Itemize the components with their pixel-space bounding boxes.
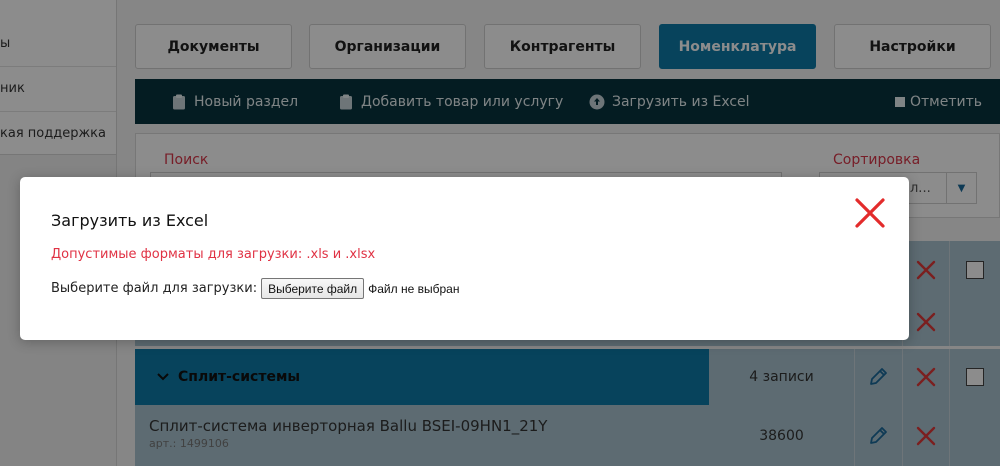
file-picker: Выберите файл для загрузки: Выберите фай… [51,278,459,299]
file-status: Файл не выбран [368,281,460,296]
choose-file-button[interactable]: Выберите файл [261,278,365,299]
allowed-formats-text: Допустимые форматы для загрузки: .xls и … [51,247,376,262]
file-picker-label: Выберите файл для загрузки: [51,281,258,296]
modal-title: Загрузить из Excel [51,211,209,230]
upload-excel-modal: Загрузить из Excel Допустимые форматы дл… [20,177,909,340]
close-icon[interactable] [853,196,887,230]
